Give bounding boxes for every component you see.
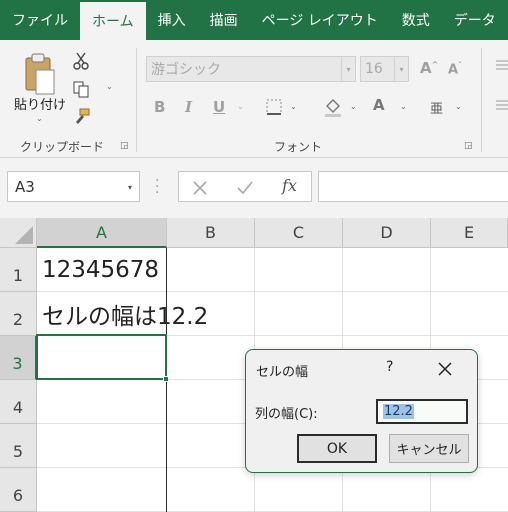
column-width-value: 12.2 xyxy=(383,404,414,419)
row-header-4[interactable]: 4 xyxy=(0,380,37,424)
clipboard-icon xyxy=(25,53,55,95)
dialog-title: セルの幅 xyxy=(256,365,309,380)
formula-bar: A3 ▾ · · · fx xyxy=(0,158,508,218)
active-cell-a3[interactable] xyxy=(36,334,167,380)
formula-input[interactable] xyxy=(318,171,508,202)
shrink-font-button[interactable]: Aˇ xyxy=(448,61,462,77)
align-lines-icon xyxy=(496,60,508,70)
column-header-c[interactable]: C xyxy=(255,218,343,248)
clipboard-group-label: クリップボード xyxy=(20,140,105,154)
ribbon-tab-bar: ファイル ホーム 挿入 描画 ページ レイアウト 数式 データ xyxy=(0,0,508,40)
cancel-button[interactable]: キャンセル xyxy=(389,434,469,463)
row-header-1[interactable]: 1 xyxy=(0,248,37,292)
ok-button[interactable]: OK xyxy=(297,434,377,463)
font-name-dropdown-icon[interactable]: ▾ xyxy=(341,57,355,81)
font-name-combo[interactable]: 游ゴシック ▾ xyxy=(146,56,356,82)
tab-draw[interactable]: 描画 xyxy=(198,0,250,40)
font-size-combo[interactable]: 16 ▾ xyxy=(360,56,409,82)
paintbrush-icon xyxy=(76,108,90,124)
paste-label: 貼り付け xyxy=(14,98,67,113)
cancel-icon[interactable] xyxy=(192,180,208,196)
underline-chevron-icon[interactable]: ⌄ xyxy=(237,102,244,111)
column-header-b[interactable]: B xyxy=(167,218,255,248)
copy-icon xyxy=(73,81,89,98)
name-box-dropdown-icon[interactable]: ▾ xyxy=(128,183,132,192)
scissors-icon xyxy=(73,52,89,70)
fill-color-chevron-icon[interactable]: ⌄ xyxy=(350,102,357,111)
tab-home[interactable]: ホーム xyxy=(80,2,146,40)
format-painter-button[interactable] xyxy=(70,106,92,128)
grow-font-button[interactable]: A^ xyxy=(420,59,438,77)
align-left-button[interactable] xyxy=(494,98,508,112)
row-header-2[interactable]: 2 xyxy=(0,292,37,336)
border-chevron-icon[interactable]: ⌄ xyxy=(290,102,297,111)
select-all-corner[interactable] xyxy=(0,218,37,248)
ribbon-home: 貼り付け ⌄ ⌄ クリップボード ◲ 游ゴシック ▾ 16 ▾ A^ Aˇ B … xyxy=(0,40,508,158)
font-group-label: フォント xyxy=(274,140,323,154)
align-top-button[interactable] xyxy=(494,58,508,72)
tab-data[interactable]: データ xyxy=(442,0,508,40)
row-header-3[interactable]: 3 xyxy=(0,336,37,380)
fill-handle[interactable] xyxy=(163,376,169,382)
font-color-button[interactable]: A xyxy=(373,96,385,114)
font-size-dropdown-icon[interactable]: ▾ xyxy=(394,57,408,81)
excel-window: ファイル ホーム 挿入 描画 ページ レイアウト 数式 データ 貼り付け ⌄ ⌄… xyxy=(0,0,508,512)
insert-function-icon[interactable]: fx xyxy=(282,176,297,195)
font-name-value: 游ゴシック xyxy=(151,62,221,78)
splitter-dots-icon[interactable]: · · · xyxy=(155,174,159,200)
group-separator xyxy=(136,48,137,152)
paste-button[interactable] xyxy=(20,50,60,98)
paint-bucket-icon xyxy=(325,99,341,117)
select-all-triangle-icon xyxy=(15,226,33,244)
close-button[interactable] xyxy=(438,357,452,381)
column-width-dialog: セルの幅 ? 列の幅(C): 12.2 OK キャンセル xyxy=(245,349,478,473)
column-width-input[interactable]: 12.2 xyxy=(376,399,468,424)
align-lines-icon xyxy=(496,100,508,110)
tab-formulas[interactable]: 数式 xyxy=(390,0,442,40)
copy-chevron-icon[interactable]: ⌄ xyxy=(106,82,113,91)
fill-color-button[interactable] xyxy=(322,96,344,118)
bold-button[interactable]: B xyxy=(154,98,165,116)
clipboard-launcher-icon[interactable]: ◲ xyxy=(120,141,129,151)
group-separator xyxy=(481,48,482,152)
tab-file[interactable]: ファイル xyxy=(0,0,80,40)
tab-insert[interactable]: 挿入 xyxy=(146,0,198,40)
row-header-6[interactable]: 6 xyxy=(0,468,37,512)
enter-check-icon[interactable] xyxy=(236,180,254,196)
font-color-chevron-icon[interactable]: ⌄ xyxy=(400,102,407,111)
formula-buttons: fx xyxy=(178,171,312,202)
name-box-value: A3 xyxy=(15,177,35,196)
phonetic-chevron-icon[interactable]: ⌄ xyxy=(455,102,462,111)
column-header-d[interactable]: D xyxy=(343,218,431,248)
row-header-5[interactable]: 5 xyxy=(0,424,37,468)
column-header-e[interactable]: E xyxy=(431,218,508,248)
close-icon xyxy=(438,362,452,376)
column-width-label: 列の幅(C): xyxy=(255,407,318,422)
cell-a2[interactable]: セルの幅は12.2 xyxy=(37,292,208,336)
help-button[interactable]: ? xyxy=(386,359,393,375)
column-header-a[interactable]: A xyxy=(37,218,167,248)
cut-button[interactable] xyxy=(70,50,92,72)
border-button[interactable] xyxy=(264,97,284,117)
tab-page-layout[interactable]: ページ レイアウト xyxy=(250,0,390,40)
copy-button[interactable] xyxy=(70,78,92,100)
border-icon xyxy=(266,99,282,115)
italic-button[interactable]: I xyxy=(185,98,192,116)
font-launcher-icon[interactable]: ◲ xyxy=(464,141,473,151)
cell-a1[interactable]: 12345678 xyxy=(37,248,159,292)
name-box[interactable]: A3 ▾ xyxy=(7,171,140,202)
phonetic-button[interactable]: 亜 xyxy=(430,98,443,117)
font-size-value: 16 xyxy=(365,61,383,77)
underline-button[interactable]: U xyxy=(213,98,225,116)
paste-chevron-icon[interactable]: ⌄ xyxy=(36,114,43,123)
